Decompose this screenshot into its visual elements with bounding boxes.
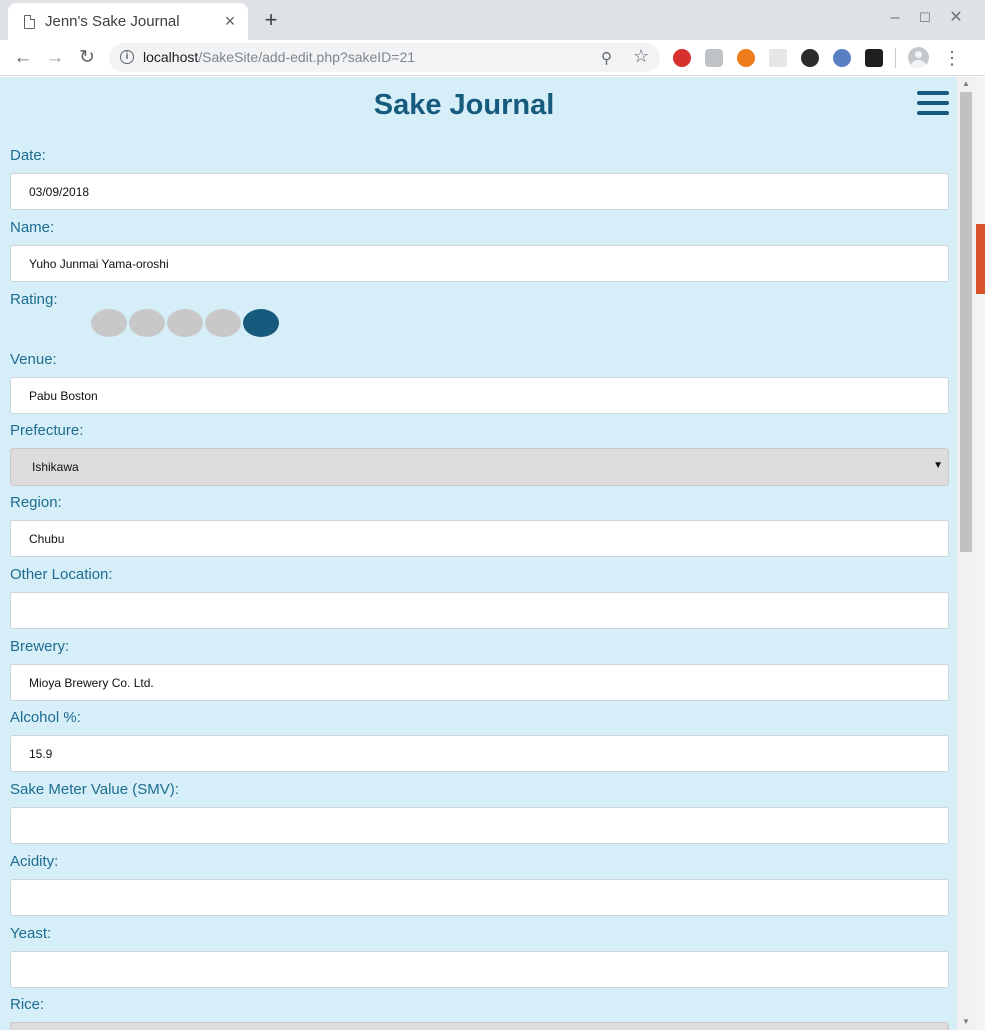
url-path: /SakeSite/add-edit.php?sakeID=21 [198, 49, 416, 65]
venue-field[interactable] [10, 377, 949, 414]
name-label: Name: [10, 219, 55, 236]
rating-dot-4[interactable] [205, 309, 241, 337]
minimize-icon[interactable]: – [885, 8, 905, 28]
abp-icon[interactable] [673, 49, 691, 67]
alcohol-label: Alcohol %: [10, 709, 81, 726]
close-tab-icon[interactable]: × [220, 11, 240, 31]
acidity-label: Acidity: [10, 853, 59, 870]
smv-label: Sake Meter Value (SMV): [10, 781, 179, 798]
page-icon [24, 15, 35, 29]
background-window [976, 77, 985, 1030]
hamburger-menu-icon[interactable] [917, 91, 949, 117]
rice-label: Rice: [10, 996, 45, 1013]
rating-dot-5[interactable] [243, 309, 279, 337]
profile-icon[interactable] [908, 47, 929, 68]
rating-dot-3[interactable] [167, 309, 203, 337]
site-info-icon[interactable]: i [120, 50, 134, 64]
other-location-field[interactable] [10, 592, 949, 629]
browser-toolbar: ← → ↻ i localhost/SakeSite/add-edit.php?… [0, 40, 985, 76]
region-field[interactable] [10, 520, 949, 557]
page-content: Sake Journal Date: Name: Rating: Venue: … [0, 77, 976, 1030]
scroll-down-icon[interactable]: ▼ [961, 1017, 971, 1026]
page-scrollbar[interactable]: ▲ ▼ [957, 77, 976, 1030]
close-window-icon[interactable]: ✕ [946, 8, 966, 28]
yeast-field[interactable] [10, 951, 949, 988]
url-host: localhost [143, 49, 199, 65]
prefecture-label: Prefecture: [10, 422, 84, 439]
yeast-label: Yeast: [10, 925, 52, 942]
rating-dot-1[interactable] [91, 309, 127, 337]
venue-label: Venue: [10, 351, 57, 368]
url-text: localhost/SakeSite/add-edit.php?sakeID=2… [143, 49, 415, 65]
grid-icon[interactable] [769, 49, 787, 67]
rice-select[interactable] [10, 1022, 949, 1030]
maximize-icon[interactable]: ☐ [915, 8, 935, 28]
dropdown-arrow-icon: ▼ [933, 460, 943, 471]
brewery-label: Brewery: [10, 638, 70, 655]
date-field[interactable] [10, 173, 949, 210]
panda-icon[interactable] [801, 49, 819, 67]
smv-field[interactable] [10, 807, 949, 844]
background-window-accent [976, 224, 985, 294]
browser-tab[interactable]: Jenn's Sake Journal × [8, 3, 248, 40]
prefecture-selected-value: Ishikawa [32, 460, 79, 474]
info-extension-icon[interactable] [833, 49, 851, 67]
tab-strip: Jenn's Sake Journal × + – ☐ ✕ [0, 0, 985, 40]
back-icon[interactable]: ← [10, 45, 36, 71]
new-tab-icon[interactable]: + [260, 9, 282, 31]
reload-icon[interactable]: ↻ [74, 45, 100, 71]
date-label: Date: [10, 147, 46, 164]
brewery-field[interactable] [10, 664, 949, 701]
rating-label: Rating: [10, 291, 58, 308]
rating-dot-2[interactable] [129, 309, 165, 337]
bookmark-star-icon[interactable]: ☆ [633, 46, 649, 67]
ghostery-icon[interactable] [705, 49, 723, 67]
acidity-field[interactable] [10, 879, 949, 916]
forward-icon[interactable]: → [42, 45, 68, 71]
other-location-label: Other Location: [10, 566, 113, 583]
toolbar-divider [895, 48, 896, 68]
gimp-icon[interactable] [865, 49, 883, 67]
scrollbar-thumb[interactable] [960, 92, 972, 552]
address-bar[interactable]: i localhost/SakeSite/add-edit.php?sakeID… [109, 43, 660, 72]
scroll-up-icon[interactable]: ▲ [961, 79, 971, 88]
zoom-icon[interactable]: ⚲ [601, 49, 612, 67]
region-label: Region: [10, 494, 62, 511]
page-title: Sake Journal [373, 89, 555, 121]
prefecture-select[interactable]: Ishikawa ▼ [10, 448, 949, 486]
firefox-icon[interactable] [737, 49, 755, 67]
tab-title: Jenn's Sake Journal [45, 13, 180, 30]
menu-dots-icon[interactable]: ⋮ [943, 46, 961, 70]
name-field[interactable] [10, 245, 949, 282]
alcohol-field[interactable] [10, 735, 949, 772]
